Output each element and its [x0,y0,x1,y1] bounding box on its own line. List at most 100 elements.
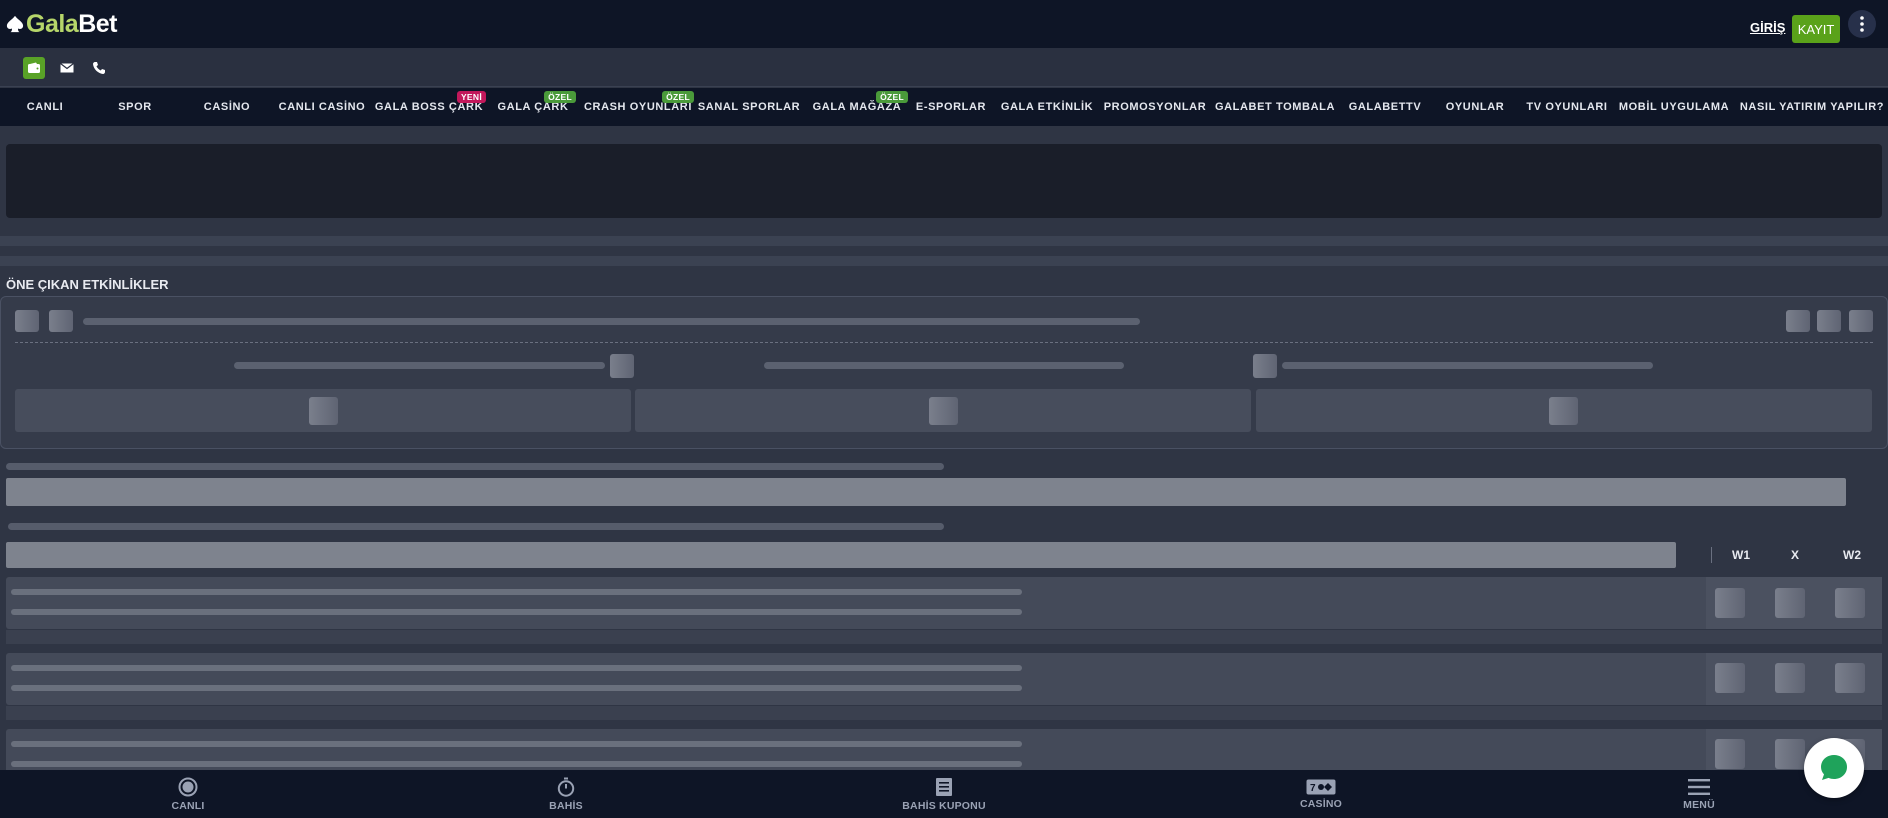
nav-item-e-sporlar[interactable]: E-SPORLAR [910,88,992,126]
nav-item-gala-magaza[interactable]: GALA MAĞAZA ÖZEL [806,88,908,126]
mail-button[interactable] [56,57,78,79]
skeleton-icon [49,310,73,332]
divider [15,342,1873,343]
tab-bahis-kuponu[interactable]: BAHİS KUPONU [884,770,1004,818]
more-menu-button[interactable] [1848,10,1876,38]
nav-label: NASIL YATIRIM YAPILIR? [1739,101,1885,113]
odd-button[interactable] [1835,588,1865,618]
skeleton-line [83,318,1140,325]
spade-icon [6,15,24,33]
skeleton-icon [1817,310,1841,332]
odd-button[interactable] [1835,663,1865,693]
skeleton-odd [929,397,958,425]
phone-icon [93,62,105,74]
hamburger-icon [1688,778,1710,795]
nav-label: SANAL SPORLAR [697,101,801,113]
match-row[interactable] [6,577,1882,629]
column-header-x: X [1791,548,1800,562]
new-badge: YENİ [456,91,486,103]
nav-item-canli-casino[interactable]: CANLI CASİNO [274,88,370,126]
nav-label: GALABETTV [1348,101,1422,113]
login-link[interactable]: GİRİŞ [1750,20,1785,35]
nav-label: GALA ETKİNLİK [1000,101,1094,113]
nav-item-galabet-tombala[interactable]: GALABET TOMBALA [1212,88,1338,126]
skeleton-icon [1786,310,1810,332]
nav-item-spor[interactable]: SPOR [90,88,180,126]
nav-label: E-SPORLAR [915,101,987,113]
skeleton-line [11,665,1022,671]
tab-label: MENÜ [1683,798,1715,811]
promo-banner[interactable] [6,144,1882,218]
skeleton-line [6,463,944,470]
tab-label: CASİNO [1299,797,1343,810]
register-button[interactable]: KAYIT [1792,15,1840,43]
logo-text-gala: Gala [26,9,79,38]
nav-item-mobil-uygulama[interactable]: MOBİL UYGULAMA [1614,88,1734,126]
odd-button[interactable] [1775,739,1805,769]
tab-label: BAHİS KUPONU [902,799,986,812]
nav-label: GALABET TOMBALA [1214,101,1335,113]
skeleton-line [11,685,1022,691]
skeleton-match-time [764,362,1124,369]
nav-item-gala-boss-cark[interactable]: GALA BOSS ÇARK YENİ [372,88,486,126]
nav-label: CASİNO [203,101,251,113]
skeleton-odd [1549,397,1578,425]
top-header: Gala Bet GİRİŞ KAYIT [0,0,1888,48]
skeleton-line [8,523,944,530]
wallet-icon [28,62,40,73]
column-separator [1711,547,1712,563]
live-chat-button[interactable] [1804,738,1864,798]
wallet-button[interactable] [23,57,45,79]
galabet-logo[interactable]: Gala Bet [6,10,117,38]
tab-bahis[interactable]: BAHİS [506,770,626,818]
logo-text-bet: Bet [78,9,117,38]
nav-item-gala-cark[interactable]: GALA ÇARK ÖZEL [490,88,576,126]
tab-label: BAHİS [549,799,583,812]
nav-label: OYUNLAR [1445,101,1505,113]
odd-button[interactable] [1775,588,1805,618]
tab-menu[interactable]: MENÜ [1639,770,1759,818]
row-footer [6,706,1882,720]
skeleton-team-name [1282,362,1653,369]
live-icon [178,777,198,796]
skeleton-line [11,741,1022,747]
odd-button[interactable] [1775,663,1805,693]
nav-item-canli[interactable]: CANLI [0,88,90,126]
skeleton-sport-filter [6,478,1846,506]
nav-label: MOBİL UYGULAMA [1618,101,1730,113]
skeleton-team-name [234,362,605,369]
nav-item-nasil-yatirim[interactable]: NASIL YATIRIM YAPILIR? [1738,88,1886,126]
match-row[interactable] [6,653,1882,705]
skeleton-icon [15,310,39,332]
nav-item-crash-oyunlari[interactable]: CRASH OYUNLARI ÖZEL [582,88,694,126]
loading-strip [0,236,1888,246]
skeleton-icon [1849,310,1873,332]
skeleton-line [11,589,1022,595]
nav-item-oyunlar[interactable]: OYUNLAR [1430,88,1520,126]
nav-item-tv-oyunlari[interactable]: TV OYUNLARI [1522,88,1612,126]
slot-icon: 7 [1306,779,1336,794]
main-nav: CANLI SPOR CASİNO CANLI CASİNO GALA BOSS… [0,88,1888,126]
row-footer [6,630,1882,644]
nav-item-casino[interactable]: CASİNO [180,88,274,126]
odd-button[interactable] [1715,663,1745,693]
odd-button[interactable] [1715,588,1745,618]
nav-item-gala-etkinlik[interactable]: GALA ETKİNLİK [996,88,1098,126]
contact-bar [0,48,1888,87]
column-header-w2: W2 [1843,548,1861,562]
skeleton-team-logo [1253,354,1277,378]
nav-item-sanal-sporlar[interactable]: SANAL SPORLAR [698,88,800,126]
odd-button[interactable] [1715,739,1745,769]
chat-icon [1821,755,1847,780]
tab-canli[interactable]: CANLI [128,770,248,818]
nav-item-promosyonlar[interactable]: PROMOSYONLAR [1102,88,1208,126]
tab-casino[interactable]: 7 CASİNO [1261,770,1381,818]
special-badge: ÖZEL [662,91,694,103]
phone-button[interactable] [88,57,110,79]
special-badge: ÖZEL [876,91,908,103]
kebab-menu-icon [1860,16,1864,32]
nav-item-galabettv[interactable]: GALABETTV [1342,88,1428,126]
nav-label: TV OYUNLARI [1526,101,1608,113]
stopwatch-icon [557,777,575,797]
svg-text:7: 7 [1310,783,1316,794]
